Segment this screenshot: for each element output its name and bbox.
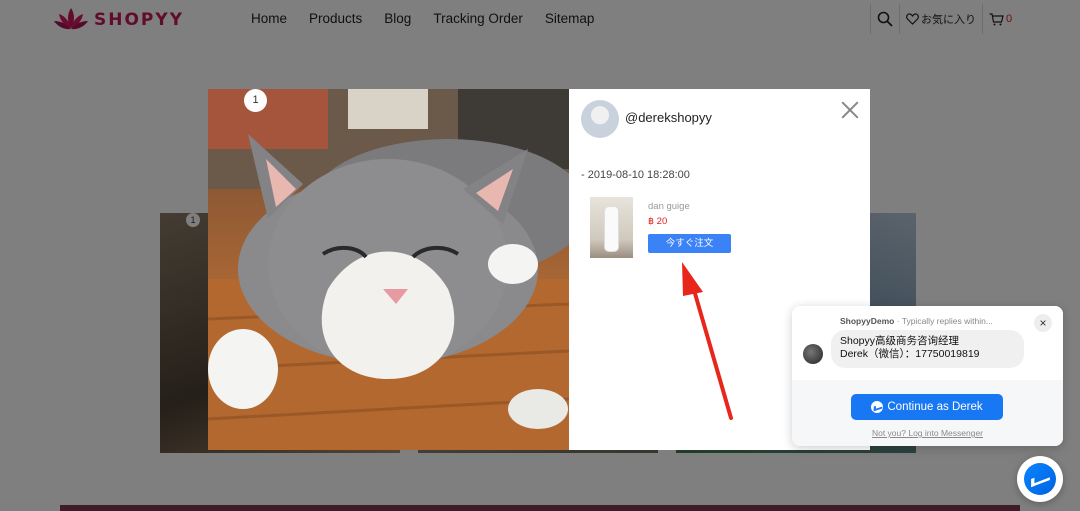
messenger-chat-button[interactable]	[1017, 456, 1063, 502]
photo-index-badge: 1	[244, 89, 267, 112]
close-icon[interactable]: ×	[1034, 314, 1052, 332]
messenger-icon	[1024, 463, 1056, 495]
avatar[interactable]	[581, 100, 619, 138]
cat-photo-image	[208, 89, 569, 450]
product-thumbnail[interactable]	[590, 197, 633, 258]
messenger-message-bubble: Shopyy高级商务咨询经理 Derek（微信）：17750019819	[831, 330, 1024, 368]
messenger-header: ShopyyDemo · Typically replies within...…	[792, 306, 1063, 379]
avatar	[803, 344, 823, 364]
buy-now-button[interactable]: 今すぐ注文	[648, 234, 731, 253]
messenger-footer: Continue as Derek Not you? Log into Mess…	[792, 380, 1063, 446]
message-line-1: Shopyy高级商务咨询经理	[840, 335, 960, 347]
post-timestamp: - 2019-08-10 18:28:00	[581, 169, 690, 181]
login-messenger-link[interactable]: Not you? Log into Messenger	[792, 428, 1063, 438]
post-username[interactable]: @derekshopyy	[625, 110, 712, 125]
messenger-icon	[871, 401, 884, 413]
product-name[interactable]: dan guige	[648, 201, 690, 212]
messenger-title: ShopyyDemo · Typically replies within...	[840, 316, 993, 326]
close-icon[interactable]	[839, 99, 861, 121]
continue-as-button[interactable]: Continue as Derek	[851, 394, 1003, 420]
continue-label: Continue as Derek	[887, 401, 983, 413]
post-photo: 1	[208, 89, 569, 450]
instagram-post-modal: 1 @derekshopyy - 2019-08-10 18:28:00 dan…	[208, 89, 870, 450]
messenger-page-name: ShopyyDemo	[840, 316, 895, 326]
messenger-popup: ShopyyDemo · Typically replies within...…	[792, 306, 1063, 446]
product-price: ฿ 20	[648, 216, 668, 227]
message-line-2: Derek（微信）：17750019819	[840, 348, 980, 360]
messenger-reply-time: · Typically replies within...	[894, 316, 993, 326]
